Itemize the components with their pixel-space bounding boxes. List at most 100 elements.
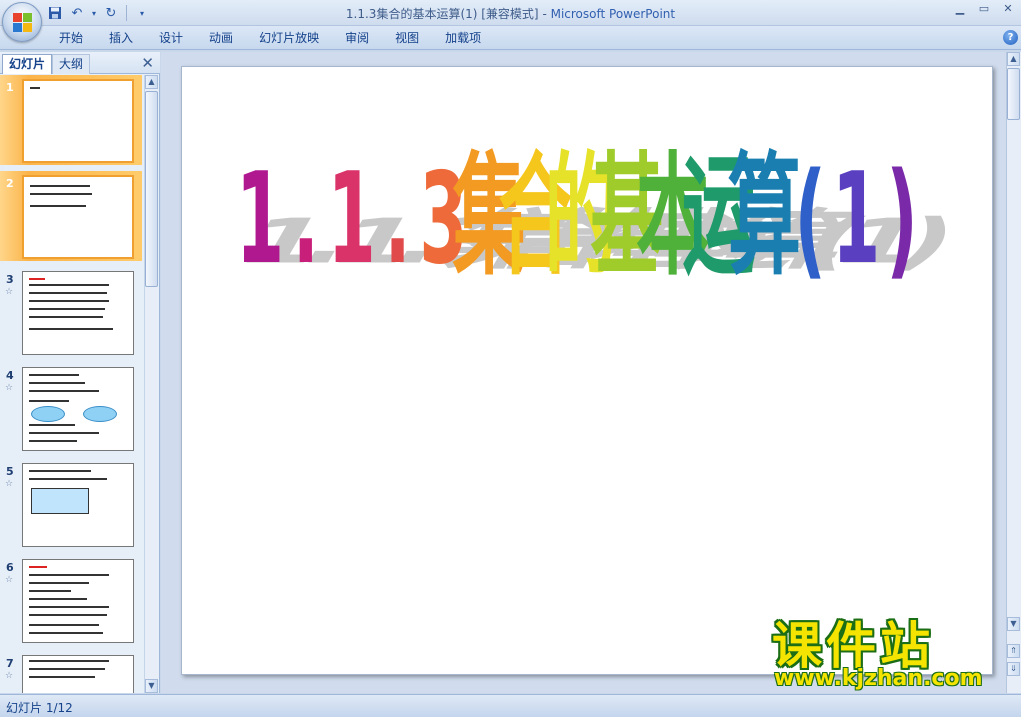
help-icon[interactable]: ? xyxy=(1003,30,1018,45)
slide-thumbnail[interactable] xyxy=(22,559,134,643)
scroll-thumb[interactable] xyxy=(1007,68,1020,120)
ribbon-tab[interactable]: 插入 xyxy=(96,30,146,46)
scroll-thumb[interactable] xyxy=(145,91,158,287)
window-title: 1.1.3集合的基本运算(1) [兼容模式] - Microsoft Power… xyxy=(0,5,1021,22)
ribbon-tab[interactable]: 幻灯片放映 xyxy=(246,30,332,46)
ribbon-tab[interactable]: 加载项 xyxy=(432,30,494,46)
thumbnail-content xyxy=(29,660,109,662)
watermark: 课件站 www.kjzhan.com xyxy=(770,618,1006,692)
title-glyph: ) xyxy=(886,146,918,292)
close-icon[interactable]: ✕ xyxy=(141,54,154,72)
slide-scrollbar[interactable]: ▲ ▼ ⇑ ⇓ xyxy=(1006,52,1021,693)
slide-counter: 幻灯片 1/12 xyxy=(6,701,73,715)
title-glyph: ( xyxy=(794,146,826,292)
app-name: Microsoft PowerPoint xyxy=(550,7,676,21)
thumbnail-content xyxy=(30,185,90,187)
animation-star-icon[interactable]: ☆ xyxy=(5,383,13,393)
slide-canvas[interactable]: 1. 1. 3 集合的基本运算(1) 1. 1. 3 集合的基本运算(1) xyxy=(181,66,993,675)
thumbnail-content xyxy=(29,300,109,302)
thumbnail-content xyxy=(29,432,99,434)
next-slide-icon[interactable]: ⇓ xyxy=(1007,662,1020,676)
slide-number: 4 xyxy=(6,369,14,382)
title-glyph: 算 xyxy=(728,141,801,294)
window-controls: ▁ ▭ ✕ xyxy=(951,2,1017,16)
status-bar: 幻灯片 1/12 xyxy=(0,694,1021,717)
thumbnail-venn-shape xyxy=(83,406,117,422)
slide-thumbnail-row[interactable]: 6 ☆ xyxy=(0,555,142,645)
document-title: 1.1.3集合的基本运算(1) [兼容模式] xyxy=(345,7,539,21)
thumbnail-content xyxy=(29,440,77,442)
thumbnail-content xyxy=(29,382,85,384)
thumbnail-content xyxy=(30,205,86,207)
slide-editing-area: 1. 1. 3 集合的基本运算(1) 1. 1. 3 集合的基本运算(1) xyxy=(161,52,1006,693)
ribbon-tab[interactable]: 开始 xyxy=(46,30,96,46)
scroll-up-icon[interactable]: ▲ xyxy=(145,75,158,89)
thumbnail-content xyxy=(29,598,87,600)
office-button[interactable] xyxy=(2,2,42,42)
animation-star-icon[interactable]: ☆ xyxy=(5,575,13,585)
ribbon-tab[interactable]: 审阅 xyxy=(332,30,382,46)
scroll-down-icon[interactable]: ▼ xyxy=(1007,617,1020,631)
title-glyph: . xyxy=(293,146,319,292)
slide-number: 6 xyxy=(6,561,14,574)
thumbnail-content xyxy=(29,574,109,576)
ribbon-tab[interactable]: 动画 xyxy=(196,30,246,46)
slide-thumbnail[interactable] xyxy=(22,175,134,259)
title-glyph: . xyxy=(384,146,410,292)
slide-thumbnail-row[interactable]: 3 ☆ xyxy=(0,267,142,357)
pane-tab-bar: 幻灯片 大纲 ✕ xyxy=(0,52,160,74)
title-separator: - xyxy=(538,7,551,21)
thumbnail-content xyxy=(29,566,47,568)
slide-thumbnail-list: 1 2 3 ☆ 4 ☆ 5 ☆ 6 ☆ 7 ☆ xyxy=(0,75,142,693)
scroll-down-icon[interactable]: ▼ xyxy=(145,679,158,693)
slide-number: 1 xyxy=(6,81,14,94)
thumbnail-content xyxy=(29,278,45,280)
maximize-icon[interactable]: ▭ xyxy=(975,2,993,16)
thumbnail-content xyxy=(29,624,99,626)
title-bar: ↶ ▾ ↻ ▾ 1.1.3集合的基本运算(1) [兼容模式] - Microso… xyxy=(0,0,1021,26)
slide-thumbnail[interactable] xyxy=(22,271,134,355)
slide-title-wordart[interactable]: 1.1.3集合的基本运算(1) 1. 1. 3集合的基本运算(1) xyxy=(182,67,994,307)
scroll-up-icon[interactable]: ▲ xyxy=(1007,52,1020,66)
thumbnail-content xyxy=(29,284,109,286)
slide-thumbnail[interactable] xyxy=(22,367,134,451)
slide-thumbnail-row[interactable]: 7 ☆ xyxy=(0,651,142,693)
slide-thumbnail[interactable] xyxy=(22,79,134,163)
tab-slides[interactable]: 幻灯片 xyxy=(2,54,53,74)
title-glyph: 1 xyxy=(236,146,284,292)
animation-star-icon[interactable]: ☆ xyxy=(5,479,13,489)
slide-thumbnail[interactable] xyxy=(22,655,134,693)
animation-star-icon[interactable]: ☆ xyxy=(5,671,13,681)
thumbnail-content xyxy=(30,193,92,195)
slide-thumbnail-row[interactable]: 5 ☆ xyxy=(0,459,142,549)
close-icon[interactable]: ✕ xyxy=(999,2,1017,16)
slide-thumbnail-row[interactable]: 2 xyxy=(0,171,142,261)
minimize-icon[interactable]: ▁ xyxy=(951,2,969,16)
slide-number: 5 xyxy=(6,465,14,478)
ribbon-tab[interactable]: 设计 xyxy=(146,30,196,46)
pane-scrollbar[interactable]: ▲ ▼ xyxy=(144,75,158,693)
title-glyph: 1 xyxy=(832,146,880,292)
slide-thumbnail-row[interactable]: 1 xyxy=(0,75,142,165)
animation-star-icon[interactable]: ☆ xyxy=(5,287,13,297)
slide-thumbnail[interactable] xyxy=(22,463,134,547)
thumbnail-content xyxy=(29,590,71,592)
slides-pane: 幻灯片 大纲 ✕ 1 2 3 ☆ 4 ☆ 5 ☆ 6 ☆ 7 ☆ ▲ ▼ xyxy=(0,52,160,693)
ribbon-tab[interactable]: 视图 xyxy=(382,30,432,46)
thumbnail-content xyxy=(29,374,79,376)
thumbnail-content xyxy=(29,676,95,678)
watermark-url: www.kjzhan.com xyxy=(774,666,983,691)
thumbnail-content xyxy=(30,87,40,89)
thumbnail-content xyxy=(29,328,113,330)
thumbnail-content xyxy=(29,292,107,294)
previous-slide-icon[interactable]: ⇑ xyxy=(1007,644,1020,658)
thumbnail-content xyxy=(29,424,75,426)
thumbnail-content xyxy=(29,470,91,472)
thumbnail-venn-shape xyxy=(31,406,65,422)
slide-number: 7 xyxy=(6,657,14,670)
tab-outline[interactable]: 大纲 xyxy=(52,54,91,74)
thumbnail-content xyxy=(29,582,89,584)
thumbnail-content xyxy=(29,668,105,670)
thumbnail-universe-shape xyxy=(31,488,89,514)
slide-thumbnail-row[interactable]: 4 ☆ xyxy=(0,363,142,453)
